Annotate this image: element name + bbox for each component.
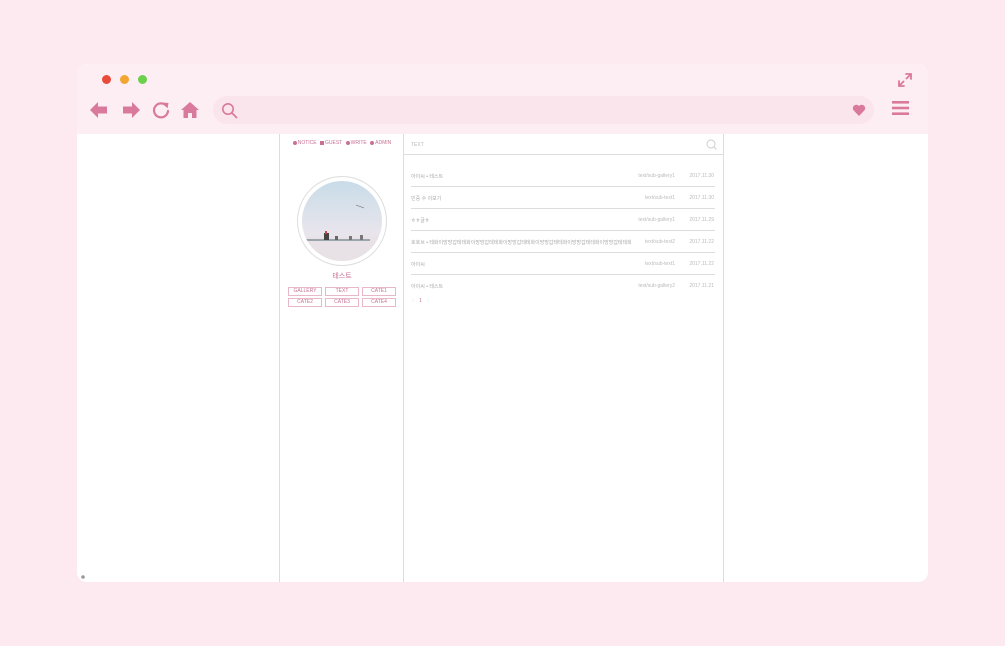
post-date: 2017.11.22 bbox=[689, 261, 714, 267]
heart-icon[interactable] bbox=[852, 103, 866, 117]
url-input[interactable] bbox=[243, 100, 833, 120]
page-content: NOTICE GUEST WRITE ADMIN 테스트 GALLERY TEX… bbox=[77, 134, 928, 582]
post-date: 2017.11.29 bbox=[689, 217, 714, 223]
pencil-icon bbox=[345, 141, 350, 145]
post-title[interactable]: ㅎㅎ글ㅎ bbox=[411, 217, 631, 224]
sidebar-item-write[interactable]: WRITE bbox=[345, 140, 367, 146]
post-category: text/sub-gallery1 bbox=[638, 173, 675, 179]
blog-sidebar: NOTICE GUEST WRITE ADMIN 테스트 GALLERY TEX… bbox=[279, 134, 404, 582]
panel-header: TEXT bbox=[404, 134, 723, 155]
pager-next[interactable]: › bbox=[427, 298, 429, 304]
post-category: text/sub-text1 bbox=[644, 195, 675, 201]
arrow-right-icon[interactable] bbox=[121, 100, 141, 120]
sidebar-item-admin[interactable]: ADMIN bbox=[370, 140, 391, 146]
url-bar[interactable] bbox=[213, 96, 874, 124]
sidebar-item-notice[interactable]: NOTICE bbox=[292, 140, 317, 146]
small-settings-icon[interactable] bbox=[81, 575, 85, 579]
home-icon[interactable] bbox=[180, 100, 200, 120]
post-title[interactable]: 아이씨 bbox=[411, 261, 631, 268]
post-title[interactable]: 호호브 • 테화이망망갑테테화이망망갑테테화이망망갑테테화이망망갑테테화이망망갑… bbox=[411, 239, 631, 246]
category-text[interactable]: TEXT bbox=[325, 287, 359, 296]
guestbook-icon bbox=[320, 141, 325, 145]
pager-prev[interactable]: ‹ bbox=[412, 298, 414, 304]
post-date: 2017.11.22 bbox=[689, 239, 714, 245]
pagination: ‹ 1 › bbox=[412, 298, 433, 304]
category-cate1[interactable]: CATE1 bbox=[362, 287, 396, 296]
info-icon bbox=[292, 141, 297, 145]
expand-icon[interactable] bbox=[898, 73, 912, 87]
browser-window: NOTICE GUEST WRITE ADMIN 테스트 GALLERY TEX… bbox=[77, 64, 928, 582]
post-title[interactable]: 아이씨 • 테스트 bbox=[411, 283, 631, 290]
category-cate4[interactable]: CATE4 bbox=[362, 298, 396, 307]
post-category: text/sub-text2 bbox=[644, 239, 675, 245]
post-list-panel: TEXT 아이씨 • 테스트 text/sub-gallery1 2017.11… bbox=[404, 134, 724, 582]
post-date: 2017.11.30 bbox=[689, 173, 714, 179]
avatar bbox=[302, 181, 382, 261]
category-cate2[interactable]: CATE2 bbox=[288, 298, 322, 307]
post-date: 2017.11.30 bbox=[689, 195, 714, 201]
window-minimize-dot[interactable] bbox=[120, 75, 129, 84]
post-category: text/sub-text1 bbox=[644, 261, 675, 267]
gear-icon bbox=[370, 141, 375, 145]
hamburger-menu-icon[interactable] bbox=[892, 100, 909, 116]
window-maximize-dot[interactable] bbox=[138, 75, 147, 84]
list-item[interactable]: 아이씨 • 테스트 text/sub-gallery2 2017.11.21 bbox=[411, 275, 715, 297]
category-cate3[interactable]: CATE3 bbox=[325, 298, 359, 307]
search-icon bbox=[222, 103, 238, 119]
arrow-left-icon[interactable] bbox=[89, 100, 109, 120]
sidebar-item-guest[interactable]: GUEST bbox=[320, 140, 342, 146]
pager-current[interactable]: 1 bbox=[419, 298, 422, 304]
post-title[interactable]: 아이씨 • 테스트 bbox=[411, 173, 631, 180]
post-category: text/sub-gallery2 bbox=[638, 283, 675, 289]
list-item[interactable]: 호호브 • 테화이망망갑테테화이망망갑테테화이망망갑테테화이망망갑테테화이망망갑… bbox=[411, 231, 715, 253]
list-item[interactable]: 아이씨 • 테스트 text/sub-gallery1 2017.11.30 bbox=[411, 165, 715, 187]
sidebar-menu: NOTICE GUEST WRITE ADMIN bbox=[280, 140, 404, 146]
list-item[interactable]: ㅎㅎ글ㅎ text/sub-gallery1 2017.11.29 bbox=[411, 209, 715, 231]
search-icon[interactable] bbox=[706, 139, 717, 150]
post-title[interactable]: 민중 수 이보기 bbox=[411, 195, 631, 202]
window-close-dot[interactable] bbox=[102, 75, 111, 84]
category-gallery[interactable]: GALLERY bbox=[288, 287, 322, 296]
post-category: text/sub-gallery1 bbox=[638, 217, 675, 223]
blog-name: 테스트 bbox=[332, 273, 352, 280]
browser-chrome bbox=[77, 64, 928, 134]
page-title: TEXT bbox=[411, 142, 424, 148]
list-item[interactable]: 아이씨 text/sub-text1 2017.11.22 bbox=[411, 253, 715, 275]
post-date: 2017.11.21 bbox=[689, 283, 714, 289]
reload-icon[interactable] bbox=[151, 100, 171, 120]
list-item[interactable]: 민중 수 이보기 text/sub-text1 2017.11.30 bbox=[411, 187, 715, 209]
